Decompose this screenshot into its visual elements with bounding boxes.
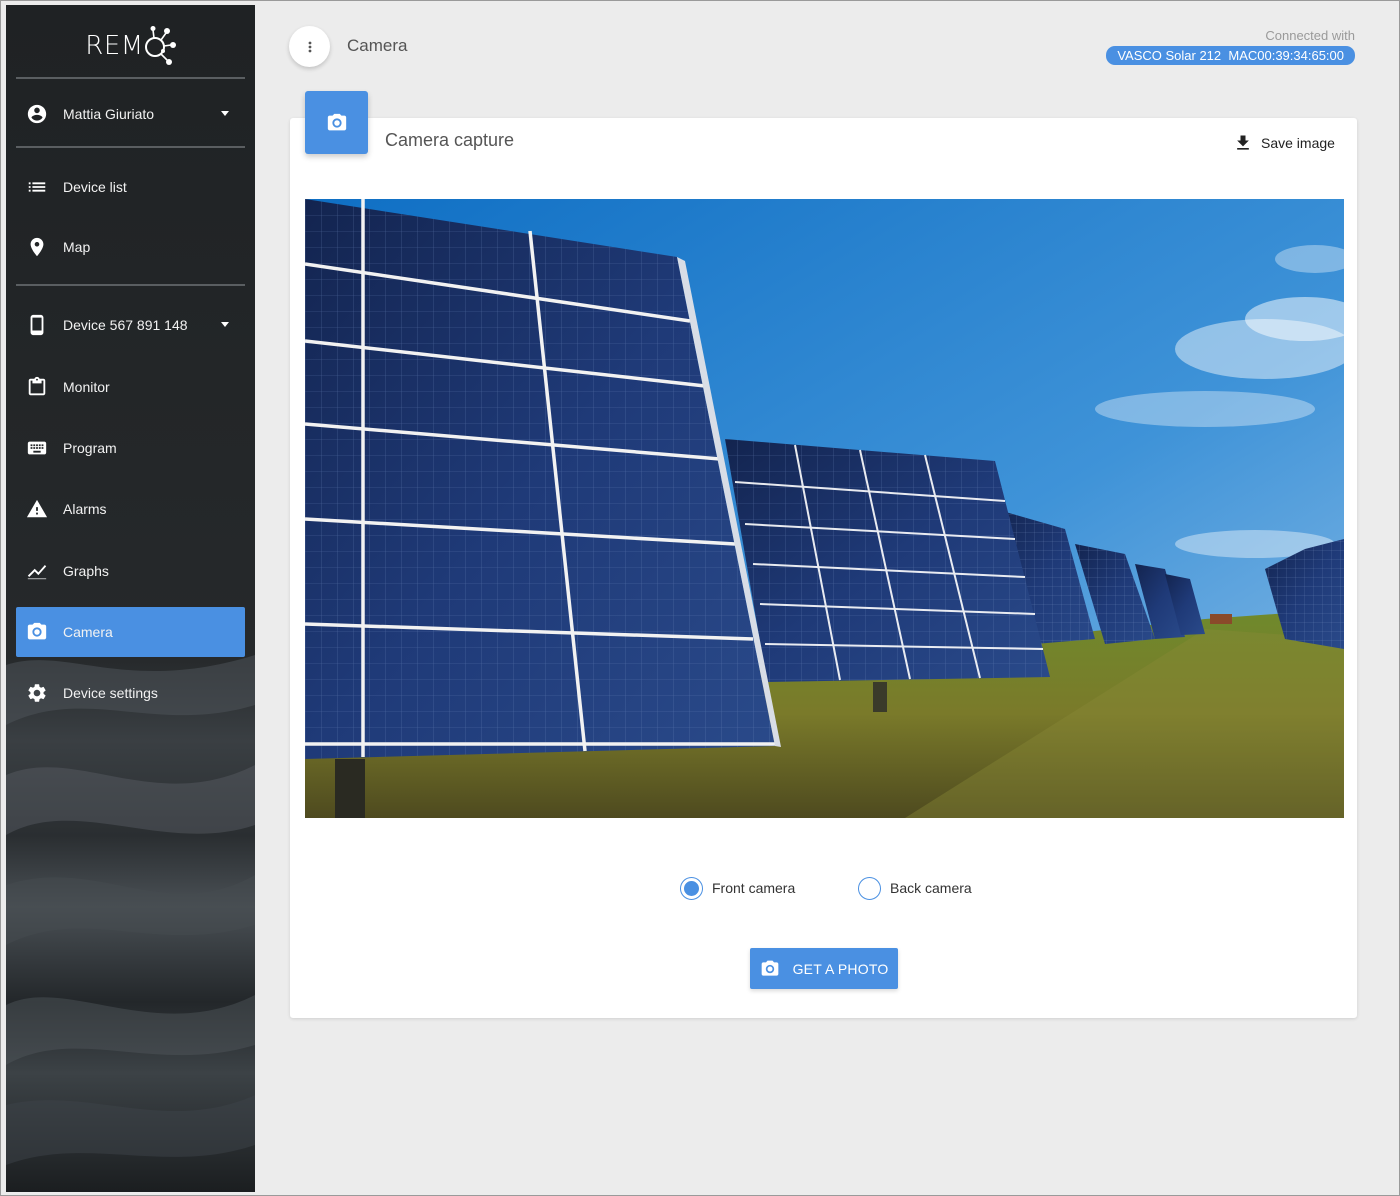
camera-photo <box>305 199 1344 818</box>
more-menu-button[interactable] <box>289 26 330 67</box>
get-photo-button[interactable]: GET A PHOTO <box>750 948 898 989</box>
sidebar-item-device-list[interactable]: Device list <box>16 162 245 212</box>
chevron-down-icon <box>221 111 229 116</box>
sidebar-item-map[interactable]: Map <box>16 222 245 272</box>
list-icon <box>26 176 48 198</box>
download-icon <box>1237 135 1249 150</box>
device-label: Device 567 891 148 <box>63 317 188 333</box>
sidebar-divider <box>16 77 245 79</box>
gear-icon <box>26 682 48 704</box>
card-header-icon <box>305 91 368 154</box>
sidebar-item-alarms[interactable]: Alarms <box>16 484 245 534</box>
sidebar-divider <box>16 284 245 286</box>
camera-icon <box>761 960 778 976</box>
sidebar-item-program[interactable]: Program <box>16 423 245 473</box>
warning-icon <box>26 498 48 520</box>
sidebar-item-label: Device list <box>63 179 127 195</box>
logo-network-icon <box>144 26 176 65</box>
account-circle-icon <box>26 103 48 125</box>
save-image-label: Save image <box>1261 135 1335 151</box>
sidebar-item-label: Alarms <box>63 501 107 517</box>
user-menu[interactable]: Mattia Giuriato <box>16 89 245 139</box>
radio-selected-dot <box>684 880 699 896</box>
back-camera-option[interactable]: Back camera <box>858 875 972 901</box>
sidebar: REM Mattia Giuriato Device list Map Devi… <box>6 5 255 1192</box>
sidebar-item-label: Camera <box>63 624 113 640</box>
smartphone-icon <box>26 314 48 336</box>
get-photo-label: GET A PHOTO <box>792 960 889 977</box>
keyboard-icon <box>26 437 48 459</box>
front-camera-option[interactable]: Front camera <box>680 875 795 901</box>
map-pin-icon <box>26 236 48 258</box>
chevron-down-icon <box>221 322 229 327</box>
device-menu[interactable]: Device 567 891 148 <box>16 300 245 350</box>
connected-device-badge: VASCO Solar 212 MAC00:39:34:65:00 <box>1106 46 1355 65</box>
sidebar-item-label: Program <box>63 440 117 456</box>
solar-panels-image <box>305 199 1344 818</box>
sidebar-item-monitor[interactable]: Monitor <box>16 362 245 412</box>
sidebar-item-label: Monitor <box>63 379 110 395</box>
front-camera-label: Front camera <box>712 880 796 896</box>
back-camera-label: Back camera <box>890 880 972 896</box>
user-name: Mattia Giuriato <box>63 106 155 122</box>
save-image-button[interactable]: Save image <box>1233 132 1335 154</box>
sidebar-item-device-settings[interactable]: Device settings <box>16 668 245 718</box>
back-camera-radio[interactable] <box>858 876 881 900</box>
sidebar-item-graphs[interactable]: Graphs <box>16 546 245 596</box>
front-camera-radio[interactable] <box>680 876 703 900</box>
app-logo: REM <box>6 21 255 71</box>
clipboard-icon <box>26 376 48 398</box>
sidebar-item-camera[interactable]: Camera <box>16 607 245 657</box>
sidebar-item-label: Device settings <box>63 685 158 701</box>
sidebar-divider <box>16 146 245 148</box>
chart-line-icon <box>26 560 48 582</box>
sidebar-item-label: Graphs <box>63 563 109 579</box>
sidebar-item-label: Map <box>63 239 91 255</box>
page-title: Camera <box>347 36 408 55</box>
more-vertical-icon <box>308 41 311 52</box>
camera-icon <box>26 621 48 643</box>
card-title: Camera capture <box>385 130 515 150</box>
logo-text: REM <box>85 31 144 61</box>
camera-icon <box>327 113 346 130</box>
connected-label: Connected with <box>1265 28 1355 43</box>
